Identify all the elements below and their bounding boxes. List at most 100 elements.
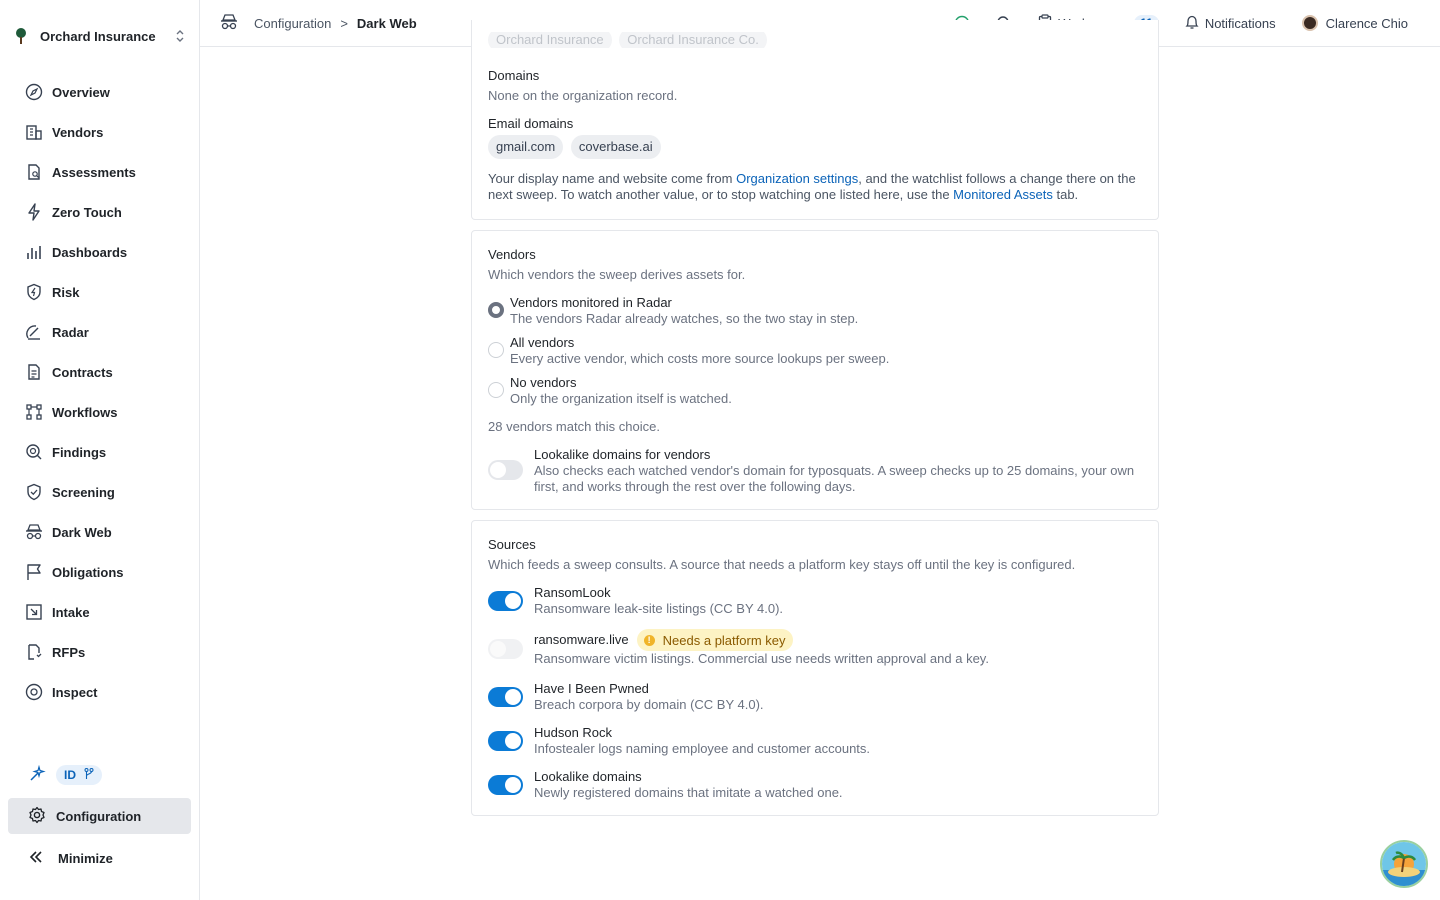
sidebar-item-vendors[interactable]: Vendors	[16, 112, 192, 152]
option-description: The vendors Radar already watches, so th…	[510, 311, 859, 326]
source-toggle-ransomlook[interactable]	[488, 591, 523, 611]
sparkle-icon[interactable]	[28, 764, 46, 786]
source-name: RansomLook	[534, 585, 611, 600]
sidebar-item-label: Radar	[52, 324, 89, 340]
lookalike-vendors-toggle[interactable]	[488, 460, 523, 480]
sidebar-item-label: Dashboards	[52, 244, 128, 260]
id-label: ID	[64, 768, 76, 782]
tree-icon	[12, 27, 30, 45]
status-badge: ! Needs a platform key	[636, 629, 793, 651]
flag-icon	[24, 562, 44, 582]
sidebar-item-label: Intake	[52, 604, 90, 620]
bell-icon	[1185, 14, 1199, 33]
sidebar-nav: Overview Vendors Assessments Zero Touch …	[16, 72, 192, 712]
sidebar-item-dashboards[interactable]: Dashboards	[16, 232, 192, 272]
document-icon	[24, 362, 44, 382]
note-text: tab.	[1052, 187, 1079, 202]
radio-unselected[interactable]	[488, 342, 504, 358]
source-toggle-hibp[interactable]	[488, 687, 523, 707]
sources-title: Sources	[488, 537, 536, 552]
option-title: All vendors	[510, 335, 575, 350]
user-menu[interactable]: Clarence Chio	[1301, 15, 1408, 31]
assistant-button[interactable]	[1380, 840, 1428, 888]
vendor-option-radar[interactable]: Vendors monitored in Radar The vendors R…	[488, 295, 858, 327]
source-description: Ransomware victim listings. Commercial u…	[534, 651, 989, 666]
sidebar-item-label: RFPs	[52, 644, 86, 660]
source-ransomlook: RansomLook Ransomware leak-site listings…	[534, 585, 783, 617]
vendors-card: Vendors Which vendors the sweep derives …	[471, 230, 1159, 510]
spy-icon	[24, 522, 44, 542]
sidebar-item-label: Contracts	[52, 364, 113, 380]
source-description: Newly registered domains that imitate a …	[534, 785, 843, 800]
notifications-button[interactable]: Notifications	[1185, 14, 1276, 33]
radar-icon	[24, 322, 44, 342]
sidebar-item-dark-web[interactable]: Dark Web	[16, 512, 192, 552]
sidebar-item-rfps[interactable]: RFPs	[16, 632, 192, 672]
magnify-icon	[24, 442, 44, 462]
breadcrumb-configuration-link[interactable]: Configuration	[254, 16, 331, 31]
source-hudson-rock: Hudson Rock Infostealer logs naming empl…	[534, 725, 870, 757]
sidebar-item-label: Vendors	[52, 124, 104, 140]
domains-label: Domains	[488, 68, 540, 83]
watchlist-card: Orchard Insurance Orchard Insurance Co. …	[471, 20, 1159, 220]
sidebar-item-findings[interactable]: Findings	[16, 432, 192, 472]
minimize-button[interactable]: Minimize	[28, 846, 113, 870]
vendor-option-none[interactable]: No vendors Only the organization itself …	[488, 375, 732, 407]
breadcrumb-current: Dark Web	[356, 15, 417, 31]
source-toggle-hudson-rock[interactable]	[488, 731, 523, 751]
building-icon	[24, 122, 44, 142]
badge-label: Needs a platform key	[662, 632, 786, 648]
radio-unselected[interactable]	[488, 382, 504, 398]
sidebar-item-risk[interactable]: Risk	[16, 272, 192, 312]
sidebar-item-screening[interactable]: Screening	[16, 472, 192, 512]
sidebar-item-label: Overview	[52, 84, 110, 100]
source-toggle-lookalike-domains[interactable]	[488, 775, 523, 795]
sidebar-item-contracts[interactable]: Contracts	[16, 352, 192, 392]
source-hibp: Have I Been Pwned Breach corpora by doma…	[534, 681, 764, 713]
radio-selected[interactable]	[488, 302, 504, 318]
intake-icon	[24, 602, 44, 622]
option-description: Every active vendor, which costs more so…	[510, 351, 890, 366]
sidebar-item-label: Configuration	[56, 808, 142, 824]
notifications-label: Notifications	[1204, 15, 1276, 31]
org-switcher[interactable]: Orchard Insurance	[12, 22, 188, 50]
sources-card: Sources Which feeds a sweep consults. A …	[471, 520, 1159, 816]
email-domain-chip: coverbase.ai	[570, 135, 661, 159]
double-chevron-left-icon	[28, 849, 44, 868]
sidebar-item-overview[interactable]: Overview	[16, 72, 192, 112]
option-description: Only the organization itself is watched.	[510, 391, 732, 406]
shield-bolt-icon	[24, 282, 44, 302]
monitored-assets-link[interactable]: Monitored Assets	[953, 187, 1053, 202]
sidebar-item-label: Risk	[52, 284, 80, 300]
source-description: Ransomware leak-site listings (CC BY 4.0…	[534, 601, 784, 616]
sidebar: Orchard Insurance Overview Vendors Asses…	[0, 0, 200, 900]
source-toggle-ransomware-live[interactable]	[488, 639, 523, 659]
sidebar-item-label: Screening	[52, 484, 115, 500]
sidebar-item-obligations[interactable]: Obligations	[16, 552, 192, 592]
toggle-title: Lookalike domains for vendors	[534, 447, 711, 462]
sidebar-item-radar[interactable]: Radar	[16, 312, 192, 352]
sidebar-item-workflows[interactable]: Workflows	[16, 392, 192, 432]
sidebar-item-label: Inspect	[52, 684, 98, 700]
sidebar-item-label: Workflows	[52, 404, 118, 420]
sidebar-item-configuration[interactable]: Configuration	[8, 798, 191, 834]
name-chip: Orchard Insurance	[488, 32, 612, 48]
file-search-icon	[24, 162, 44, 182]
branch-icon	[84, 767, 94, 783]
vendor-option-all[interactable]: All vendors Every active vendor, which c…	[488, 335, 889, 367]
vendors-title: Vendors	[488, 247, 536, 262]
id-branch-badge[interactable]: ID	[56, 765, 102, 785]
watchlist-note: Your display name and website come from …	[488, 171, 1144, 203]
bar-chart-icon	[24, 242, 44, 262]
source-description: Infostealer logs naming employee and cus…	[534, 741, 871, 756]
sidebar-item-intake[interactable]: Intake	[16, 592, 192, 632]
user-name: Clarence Chio	[1325, 15, 1408, 31]
organization-settings-link[interactable]: Organization settings	[736, 171, 858, 186]
sidebar-item-label: Obligations	[52, 564, 124, 580]
source-name: Hudson Rock	[534, 725, 613, 740]
sidebar-item-inspect[interactable]: Inspect	[16, 672, 192, 712]
bolt-icon	[24, 202, 44, 222]
sidebar-item-zero-touch[interactable]: Zero Touch	[16, 192, 192, 232]
source-description: Breach corpora by domain (CC BY 4.0).	[534, 697, 764, 712]
sidebar-item-assessments[interactable]: Assessments	[16, 152, 192, 192]
